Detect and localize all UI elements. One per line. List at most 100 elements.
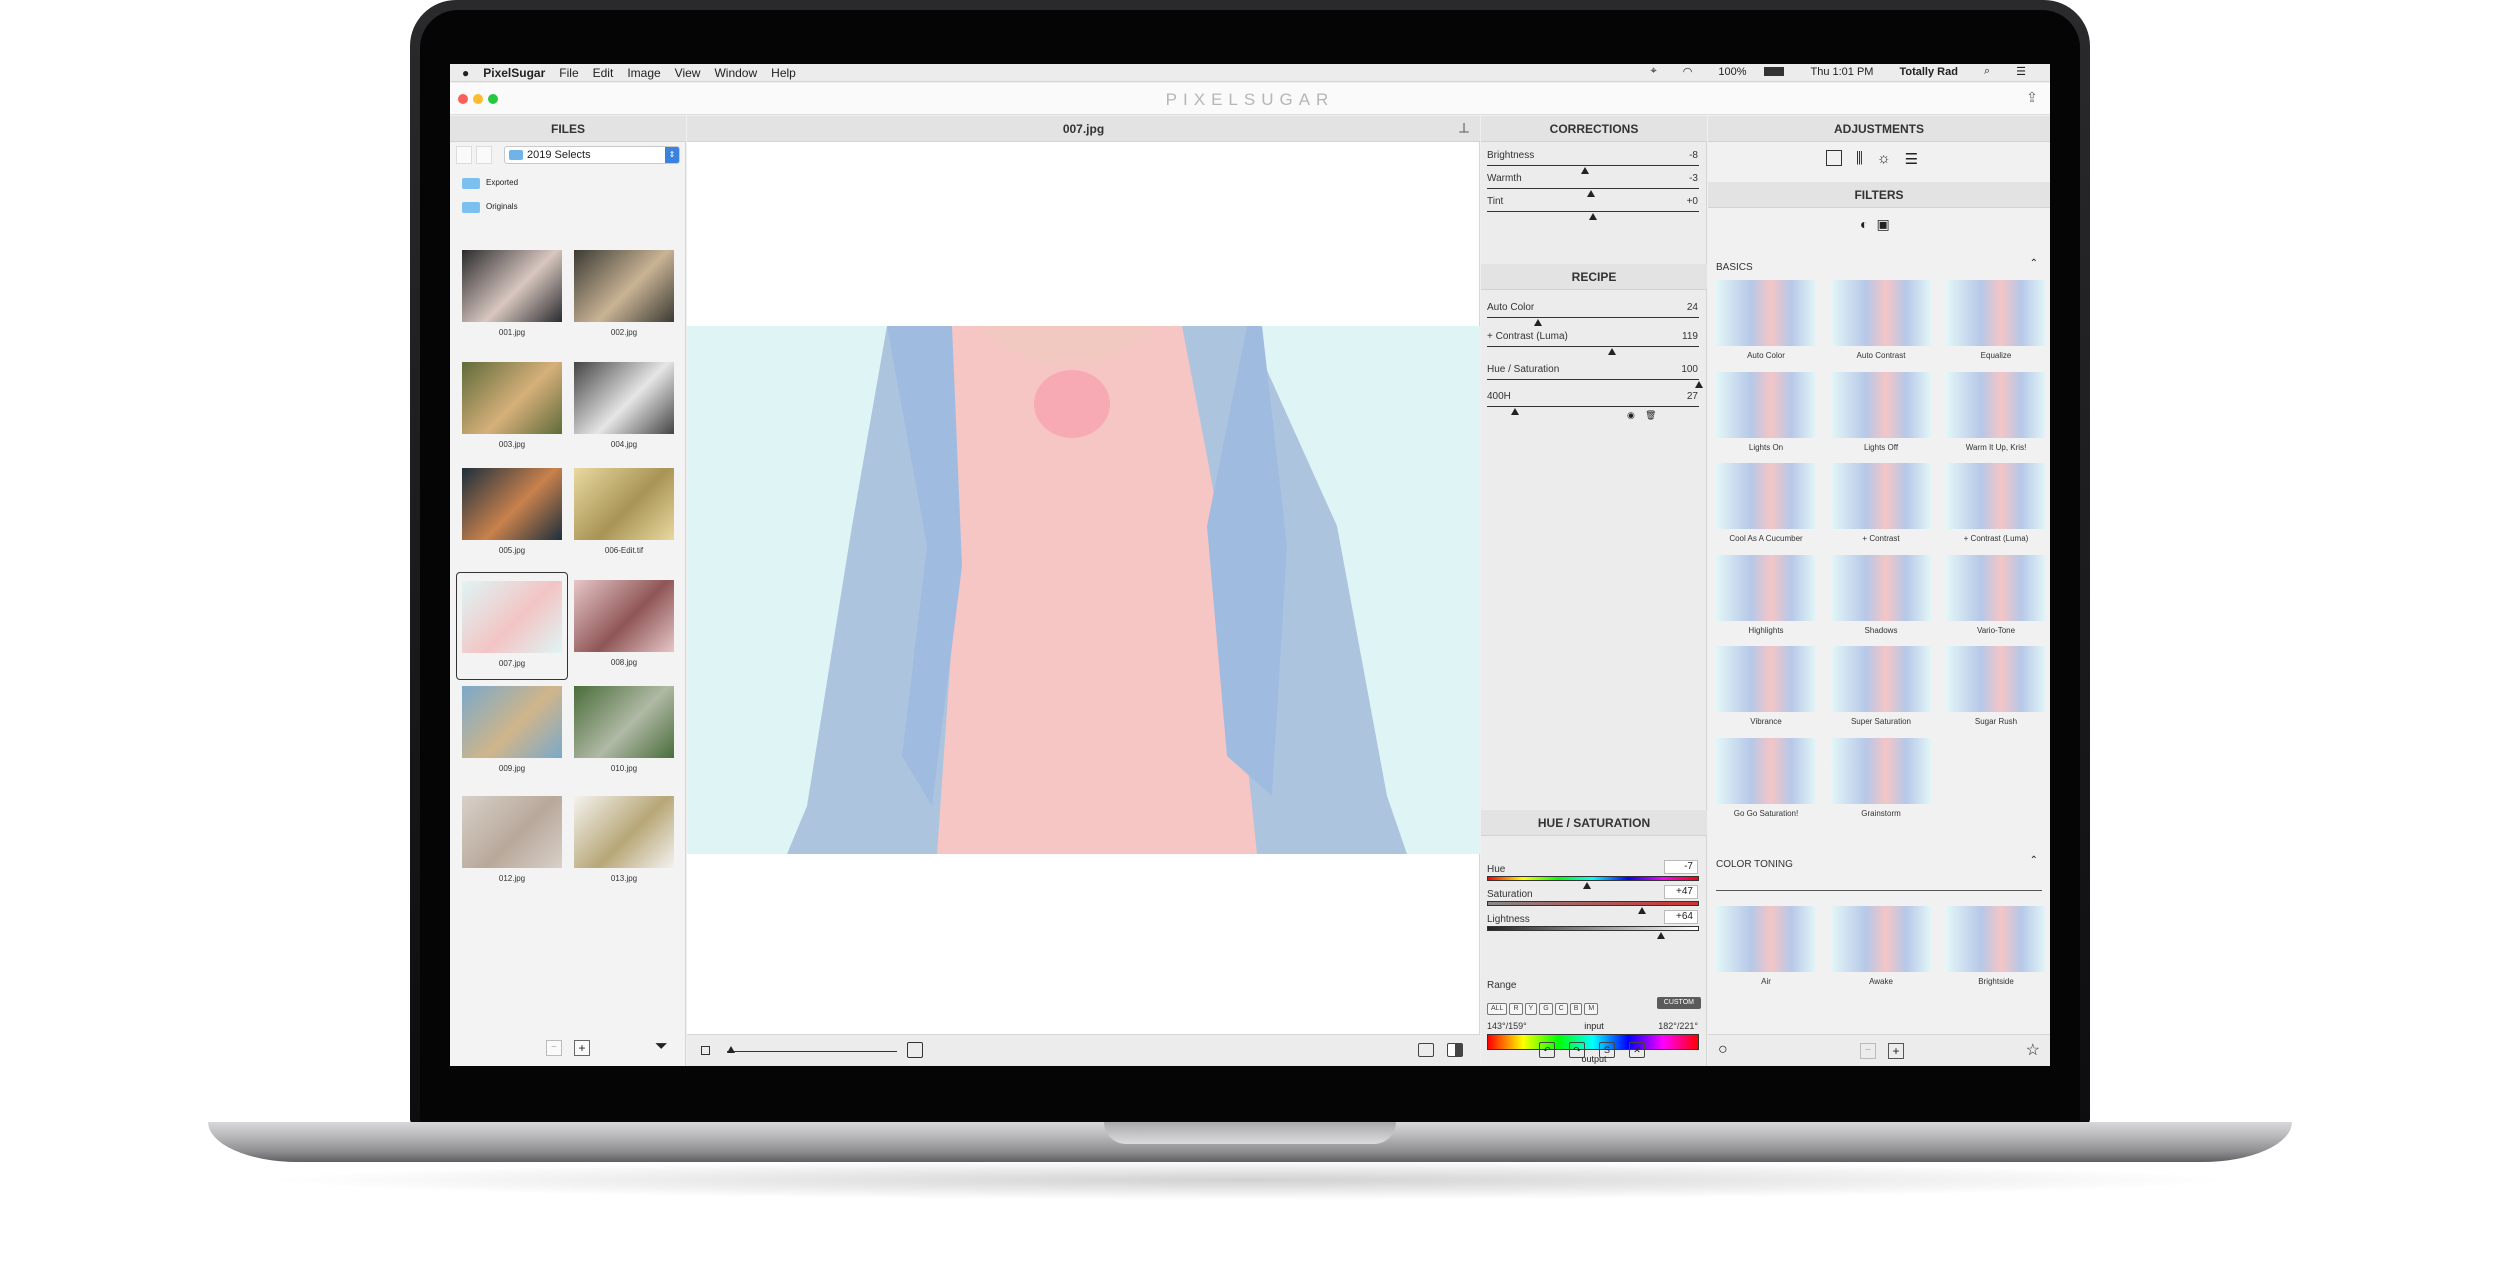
file-thumbnail[interactable]: 004.jpg <box>574 362 674 449</box>
slider-knob[interactable] <box>1586 190 1595 197</box>
filter-preset[interactable]: Equalize <box>1946 280 2046 360</box>
collapse-basics-icon[interactable]: ⌃ <box>2030 258 2038 269</box>
range-g-button[interactable]: G <box>1539 1003 1553 1015</box>
range-custom-button[interactable]: CUSTOM <box>1656 997 1701 1009</box>
undo-button[interactable]: ↶ <box>1539 1042 1555 1058</box>
filter-preset[interactable]: Warm It Up, Kris! <box>1946 371 2046 452</box>
menu-help[interactable]: Help <box>771 66 796 80</box>
range-r-button[interactable]: R <box>1509 1003 1523 1015</box>
filter-preset[interactable]: Vibrance <box>1716 646 1816 726</box>
menu-window[interactable]: Window <box>714 66 757 80</box>
file-thumbnail[interactable]: 006-Edit.tif <box>574 468 674 555</box>
range-m-button[interactable]: M <box>1584 1003 1599 1015</box>
hue-slider-knob[interactable] <box>1582 882 1591 889</box>
saturation-slider[interactable] <box>1487 901 1699 906</box>
zoom-slider-knob[interactable] <box>727 1046 735 1053</box>
brightness-icon[interactable]: ☼ <box>1877 150 1891 168</box>
slider-track[interactable] <box>1487 188 1699 189</box>
range-y-button[interactable]: Y <box>1524 1003 1538 1015</box>
hue-value-field[interactable]: -7 <box>1664 860 1698 874</box>
clock[interactable]: Thu 1:01 PM <box>1810 66 1873 78</box>
levels-icon[interactable]: ⫼ <box>1856 150 1863 168</box>
filter-preset[interactable]: Brightside <box>1946 906 2046 986</box>
file-thumbnail[interactable]: 013.jpg <box>574 796 674 883</box>
subfolder-exported[interactable]: Exported <box>462 176 518 190</box>
wifi-icon[interactable]: ◠ <box>1683 65 1693 78</box>
slider-track[interactable] <box>1487 317 1699 318</box>
crop-icon[interactable]: ⟂ <box>1459 120 1469 137</box>
subfolder-originals[interactable]: Originals <box>462 200 518 214</box>
recipe-book-icon[interactable]: ▣ <box>1876 216 1889 233</box>
add-filter-button[interactable]: + <box>1888 1043 1904 1059</box>
file-thumbnail[interactable]: 009.jpg <box>462 686 562 773</box>
forward-button[interactable] <box>476 146 492 164</box>
slider-track[interactable] <box>1487 211 1699 212</box>
slider-track[interactable] <box>1487 406 1699 407</box>
slider-knob[interactable] <box>1533 319 1542 326</box>
recipe-trash-icon[interactable]: 🗑 <box>1645 410 1656 421</box>
hue-slider[interactable] <box>1487 876 1699 881</box>
folder-select[interactable]: 2019 Selects ⇕ <box>504 146 680 164</box>
menu-view[interactable]: View <box>675 66 701 80</box>
filter-preset[interactable]: Awake <box>1831 906 1931 986</box>
slider-knob[interactable] <box>1608 348 1617 355</box>
compare-icon[interactable] <box>1418 1043 1434 1057</box>
file-thumbnail[interactable]: 007.jpg <box>456 572 568 680</box>
collapse-toning-icon[interactable]: ⌃ <box>2030 855 2038 866</box>
zoom-in-icon[interactable] <box>907 1042 923 1058</box>
range-b-button[interactable]: B <box>1569 1003 1583 1015</box>
main-photo[interactable] <box>687 326 1480 854</box>
clear-recipe-button[interactable]: ✕ <box>1629 1042 1645 1058</box>
range-spectrum[interactable] <box>1487 1034 1699 1050</box>
menu-edit[interactable]: Edit <box>593 66 614 80</box>
filter-preset[interactable]: Auto Color <box>1716 280 1816 360</box>
slider-knob[interactable] <box>1695 381 1703 388</box>
save-recipe-button[interactable]: S <box>1599 1042 1615 1058</box>
favorite-star-icon[interactable]: ☆ <box>2026 1040 2040 1060</box>
filter-preset[interactable]: Highlights <box>1716 554 1816 635</box>
share-icon[interactable]: ⇪ <box>2022 89 2042 109</box>
slider-knob[interactable] <box>1580 167 1589 174</box>
filter-preset[interactable]: Shadows <box>1831 554 1931 635</box>
back-button[interactable] <box>456 146 472 164</box>
location-icon[interactable]: ⌖ <box>1651 65 1657 78</box>
droplet-icon[interactable]: ◐ <box>1860 216 1868 233</box>
file-thumbnail[interactable]: 002.jpg <box>574 250 674 337</box>
filter-preset[interactable]: Lights Off <box>1831 371 1931 452</box>
slider-track[interactable] <box>1487 165 1699 166</box>
filter-preset[interactable]: + Contrast (Luma) <box>1946 463 2046 543</box>
user-name[interactable]: Totally Rad <box>1899 66 1957 78</box>
search-icon[interactable]: ○ <box>1718 1041 1728 1059</box>
spotlight-icon[interactable]: ⌕ <box>1984 65 1990 78</box>
slider-track[interactable] <box>1487 379 1699 380</box>
saturation-value-field[interactable]: +47 <box>1664 885 1698 899</box>
range-c-button[interactable]: C <box>1554 1003 1568 1015</box>
filter-preset[interactable]: Vario-Tone <box>1946 554 2046 635</box>
filter-preset[interactable]: Auto Contrast <box>1831 280 1931 360</box>
file-thumbnail[interactable]: 008.jpg <box>574 580 674 667</box>
recipe-visibility-icon[interactable]: ◉ <box>1627 410 1635 421</box>
filter-preset[interactable]: Cool As A Cucumber <box>1716 463 1816 543</box>
file-thumbnail[interactable]: 005.jpg <box>462 468 562 555</box>
filter-funnel-icon[interactable]: ⏷ <box>655 1038 668 1056</box>
remove-file-button[interactable]: − <box>546 1040 562 1056</box>
file-thumbnail[interactable]: 003.jpg <box>462 362 562 449</box>
add-file-button[interactable]: + <box>574 1040 590 1056</box>
file-thumbnail[interactable]: 010.jpg <box>574 686 674 773</box>
filter-preset[interactable]: Go Go Saturation! <box>1716 737 1816 818</box>
sliders-icon[interactable]: ☰ <box>1905 150 1918 168</box>
lightness-slider-knob[interactable] <box>1656 932 1665 939</box>
apple-menu-icon[interactable]: ● <box>462 66 469 80</box>
notification-center-icon[interactable]: ☰ <box>2016 65 2026 78</box>
menu-file[interactable]: File <box>559 66 578 80</box>
redo-button[interactable]: ↷ <box>1569 1042 1585 1058</box>
slider-knob[interactable] <box>1510 408 1519 415</box>
filter-preset[interactable]: Air <box>1716 906 1816 986</box>
menu-image[interactable]: Image <box>627 66 660 80</box>
curves-icon[interactable] <box>1826 150 1842 166</box>
filter-preset[interactable]: Grainstorm <box>1831 737 1931 818</box>
slider-track[interactable] <box>1487 346 1699 347</box>
filter-preset[interactable]: Sugar Rush <box>1946 646 2046 726</box>
filter-preset[interactable]: + Contrast <box>1831 463 1931 543</box>
saturation-slider-knob[interactable] <box>1637 907 1646 914</box>
